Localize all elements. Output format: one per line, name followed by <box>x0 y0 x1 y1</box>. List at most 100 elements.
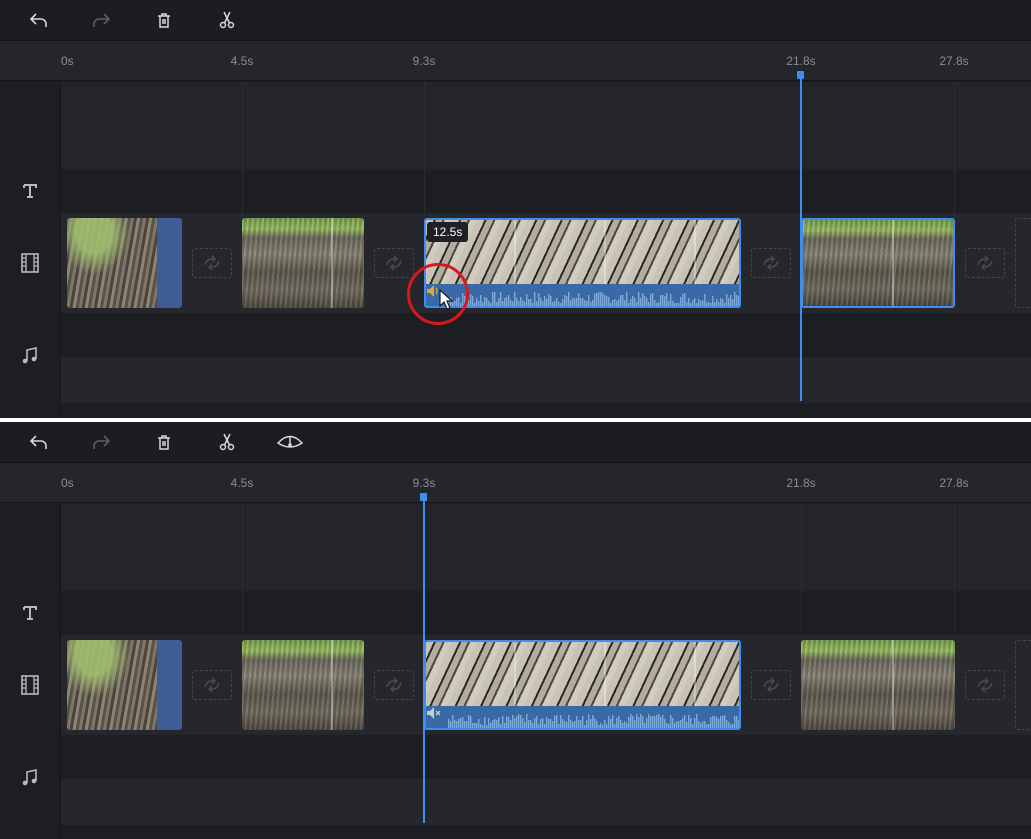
text-track[interactable] <box>61 591 1031 635</box>
waveform-bar <box>482 302 484 306</box>
undo-button[interactable] <box>27 431 51 453</box>
waveform-bar <box>724 303 726 306</box>
waveform-bar <box>622 295 624 306</box>
text-track-icon <box>19 180 41 202</box>
waveform-bar <box>580 298 582 306</box>
transition-slot[interactable] <box>192 248 232 278</box>
waveform-bar <box>588 714 590 728</box>
waveform-bar <box>520 297 522 306</box>
redo-button[interactable] <box>89 431 113 453</box>
transition-slot[interactable] <box>965 670 1005 700</box>
split-button[interactable] <box>215 431 239 453</box>
scissors-icon <box>219 433 235 451</box>
transition-slot[interactable] <box>192 670 232 700</box>
waveform-bar <box>730 724 732 728</box>
waveform-bar <box>682 294 684 306</box>
split-button[interactable] <box>215 9 239 31</box>
undo-button[interactable] <box>27 9 51 31</box>
waveform-bar <box>654 300 656 306</box>
waveform-bar <box>450 721 452 728</box>
waveform-bar <box>650 294 652 306</box>
time-ruler[interactable]: 0s 4.5s 9.3s 21.8s 27.8s <box>0 463 1031 503</box>
waveform-bar <box>708 302 710 306</box>
waveform-bar <box>726 294 728 306</box>
video-clip[interactable] <box>801 640 955 730</box>
waveform-bar <box>472 723 474 728</box>
playhead[interactable] <box>423 497 425 823</box>
waveform-bar <box>714 716 716 728</box>
redo-icon <box>93 13 110 27</box>
audio-waveform[interactable] <box>426 284 739 306</box>
gridline <box>242 82 243 213</box>
waveform-bar <box>668 301 670 306</box>
waveform-bar <box>506 716 508 728</box>
waveform-bar <box>676 721 678 728</box>
waveform-bar <box>478 719 480 728</box>
waveform-bar <box>734 292 736 306</box>
transition-slot[interactable] <box>751 670 791 700</box>
waveform-bar <box>662 715 664 728</box>
music-track[interactable] <box>61 735 1031 779</box>
waveform-bar <box>502 301 504 306</box>
video-clip[interactable] <box>801 218 955 308</box>
film-icon <box>19 252 41 274</box>
waveform-bar <box>464 721 466 728</box>
empty-clip-slot[interactable] <box>1015 218 1031 308</box>
video-clip[interactable] <box>67 218 182 308</box>
video-clip[interactable] <box>67 640 182 730</box>
waveform-bar <box>560 715 562 728</box>
waveform-bar <box>538 293 540 306</box>
waveform-bar <box>582 716 584 728</box>
waveform-bar <box>490 303 492 306</box>
waveform-bar <box>632 716 634 728</box>
delete-button[interactable] <box>152 9 176 31</box>
scissors-icon <box>219 11 235 29</box>
waveform-bar <box>460 718 462 728</box>
waveform-bar <box>602 725 604 728</box>
transition-icon <box>204 677 220 693</box>
waveform-bar <box>710 717 712 728</box>
waveform-bar <box>578 720 580 728</box>
waveform-bar <box>600 292 602 306</box>
waveform-bar <box>512 301 514 306</box>
delete-button[interactable] <box>152 431 176 453</box>
track-sidebar <box>0 504 61 839</box>
waveform-bar <box>684 293 686 306</box>
waveform-bar <box>498 298 500 306</box>
speed-icon <box>276 435 304 448</box>
redo-button[interactable] <box>89 9 113 31</box>
selected-video-clip[interactable] <box>424 218 741 308</box>
clip-thumbnail <box>242 640 364 730</box>
waveform-bar <box>622 723 624 728</box>
waveform-bar <box>544 296 546 306</box>
waveform-bar <box>560 303 562 306</box>
tick-label: 9.3s <box>412 476 436 490</box>
speed-button[interactable] <box>275 431 305 453</box>
waveform-bar <box>674 723 676 728</box>
time-ruler[interactable]: 0s 4.5s 9.3s 21.8s 27.8s <box>0 41 1031 81</box>
waveform-bar <box>512 715 514 728</box>
waveform-bar <box>520 715 522 728</box>
video-clip[interactable] <box>242 640 364 730</box>
waveform-bar <box>494 292 496 306</box>
waveform-bar <box>528 299 530 306</box>
speaker-muted-icon[interactable] <box>426 706 442 720</box>
waveform-bar <box>732 724 734 728</box>
transition-slot[interactable] <box>374 248 414 278</box>
transition-slot[interactable] <box>965 248 1005 278</box>
waveform-bar <box>574 298 576 306</box>
transition-slot[interactable] <box>751 248 791 278</box>
empty-clip-slot[interactable] <box>1015 640 1031 730</box>
waveform-bar <box>500 724 502 728</box>
video-clip[interactable] <box>242 218 364 308</box>
waveform-bar <box>566 296 568 306</box>
selected-video-clip[interactable] <box>424 640 741 730</box>
music-track[interactable] <box>61 313 1031 357</box>
waveform-bar <box>526 714 528 728</box>
waveform-bar <box>546 299 548 306</box>
transition-slot[interactable] <box>374 670 414 700</box>
waveform-bar <box>496 302 498 306</box>
playhead[interactable] <box>800 75 802 401</box>
audio-waveform[interactable] <box>426 706 739 728</box>
text-track[interactable] <box>61 169 1031 213</box>
